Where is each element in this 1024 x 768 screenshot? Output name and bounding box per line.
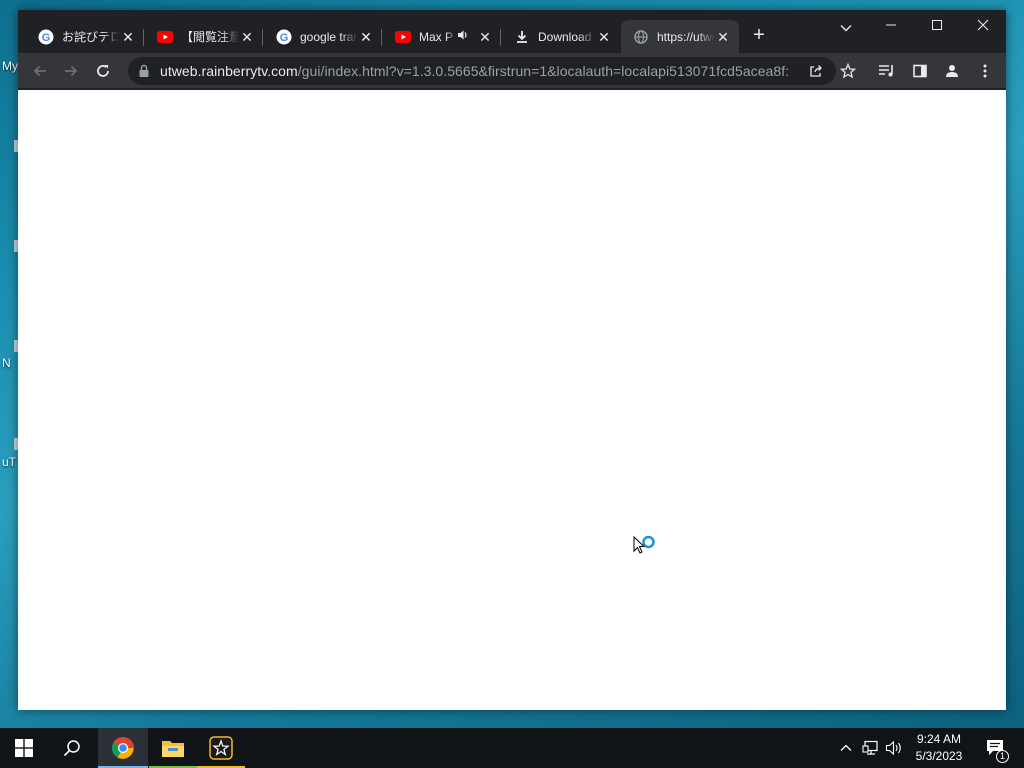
tab-5[interactable]: Download ✕ [502,20,620,53]
tab-6-active[interactable]: https://utweb ✕ [621,20,739,53]
reload-button[interactable] [90,58,116,84]
maximize-button[interactable] [914,10,960,40]
maximize-icon [932,20,942,30]
speaker-icon[interactable] [457,29,471,44]
tab-separator [143,29,144,46]
desktop-icon-label[interactable]: My [2,59,18,73]
svg-text:G: G [42,32,51,44]
google-icon: G [38,29,54,45]
close-icon[interactable]: ✕ [596,29,612,45]
network-icon [862,740,878,755]
google-icon: G [276,29,292,45]
search-icon [63,740,80,757]
chrome-icon [112,737,134,759]
tab-title: 【閲覧注意】 [181,30,239,44]
close-icon[interactable]: ✕ [358,29,374,45]
minimize-button[interactable] [868,10,914,40]
lock-icon[interactable] [138,64,150,83]
tab-separator [262,29,263,46]
arrow-right-icon [65,65,78,77]
menu-button[interactable] [972,58,998,84]
url-path: /gui/index.html?v=1.3.0.5665&firstrun=1&… [297,63,790,79]
star-icon [840,63,856,79]
page-content[interactable] [18,90,1006,710]
tab-2[interactable]: 【閲覧注意】 ✕ [145,20,263,53]
youtube-icon [395,29,411,45]
star-app-icon [209,736,233,760]
side-panel-icon [913,64,927,78]
taskbar-app-star[interactable] [197,728,245,768]
arrow-left-icon [33,65,46,77]
reload-icon [97,65,109,77]
address-bar[interactable]: utweb.rainberrytv.com/gui/index.html?v=1… [128,57,836,85]
taskbar: 9:24 AM 5/3/2023 1 [0,728,1024,768]
tab-search-button[interactable] [836,18,856,38]
start-button[interactable] [0,728,48,768]
minimize-icon [886,24,896,26]
close-icon[interactable]: ✕ [477,29,493,45]
tab-title: お詫びテロップ [62,30,120,44]
tab-4[interactable]: Max P ✕ [383,20,501,53]
chevron-up-icon [840,744,852,751]
browser-toolbar: utweb.rainberrytv.com/gui/index.html?v=1… [18,53,1006,89]
close-icon [977,19,989,31]
close-window-button[interactable] [960,10,1006,40]
globe-icon [633,29,649,45]
media-control-button[interactable] [874,58,900,84]
close-icon[interactable]: ✕ [715,29,731,45]
tab-strip: G お詫びテロップ ✕ 【閲覧注意】 ✕ G google translate … [18,10,1006,53]
windows-icon [15,739,33,757]
folder-icon [162,741,184,757]
side-panel-button[interactable] [907,58,933,84]
person-icon [946,65,958,77]
youtube-icon [157,29,173,45]
clock-time: 9:24 AM [916,732,962,746]
search-button[interactable] [48,728,96,768]
chevron-down-icon [840,25,852,32]
new-tab-button[interactable]: + [748,24,770,46]
svg-text:G: G [280,32,289,44]
back-button[interactable] [27,58,53,84]
close-icon[interactable]: ✕ [120,29,136,45]
url-host: utweb.rainberrytv.com [160,63,298,79]
tab-separator [381,29,382,46]
tab-title: https://utweb [657,29,715,44]
url-text[interactable]: utweb.rainberrytv.com/gui/index.html?v=1… [160,63,790,79]
taskbar-chrome[interactable] [98,728,148,768]
close-icon[interactable]: ✕ [239,29,255,45]
speaker-icon [885,740,901,756]
notification-badge: 1 [996,750,1009,763]
network-button[interactable] [860,728,882,768]
volume-button[interactable] [883,728,905,768]
busy-cursor-icon [633,535,659,567]
clock[interactable]: 9:24 AM 5/3/2023 [908,728,970,768]
queue-music-icon [879,65,893,77]
browser-window: G お詫びテロップ ✕ 【閲覧注意】 ✕ G google translate … [18,10,1006,710]
forward-button[interactable] [58,58,84,84]
desktop-icon-label[interactable]: N [2,356,11,370]
tab-1[interactable]: G お詫びテロップ ✕ [26,20,144,53]
share-icon[interactable] [806,61,826,81]
tab-3[interactable]: G google translate ✕ [264,20,382,53]
action-center-button[interactable]: 1 [978,728,1014,768]
kebab-menu-icon [983,64,987,78]
tab-separator [500,29,501,46]
tab-title: google translate [300,29,358,44]
tab-title: Max P [419,29,454,44]
desktop-icon-label[interactable]: uT [2,455,16,469]
bookmark-button[interactable] [835,58,861,84]
profile-button[interactable] [939,58,965,84]
download-icon [514,29,530,45]
tab-title: Download [538,29,592,44]
taskbar-file-explorer[interactable] [149,728,197,768]
show-hidden-icons-button[interactable] [836,728,856,768]
clock-date: 5/3/2023 [915,749,963,763]
